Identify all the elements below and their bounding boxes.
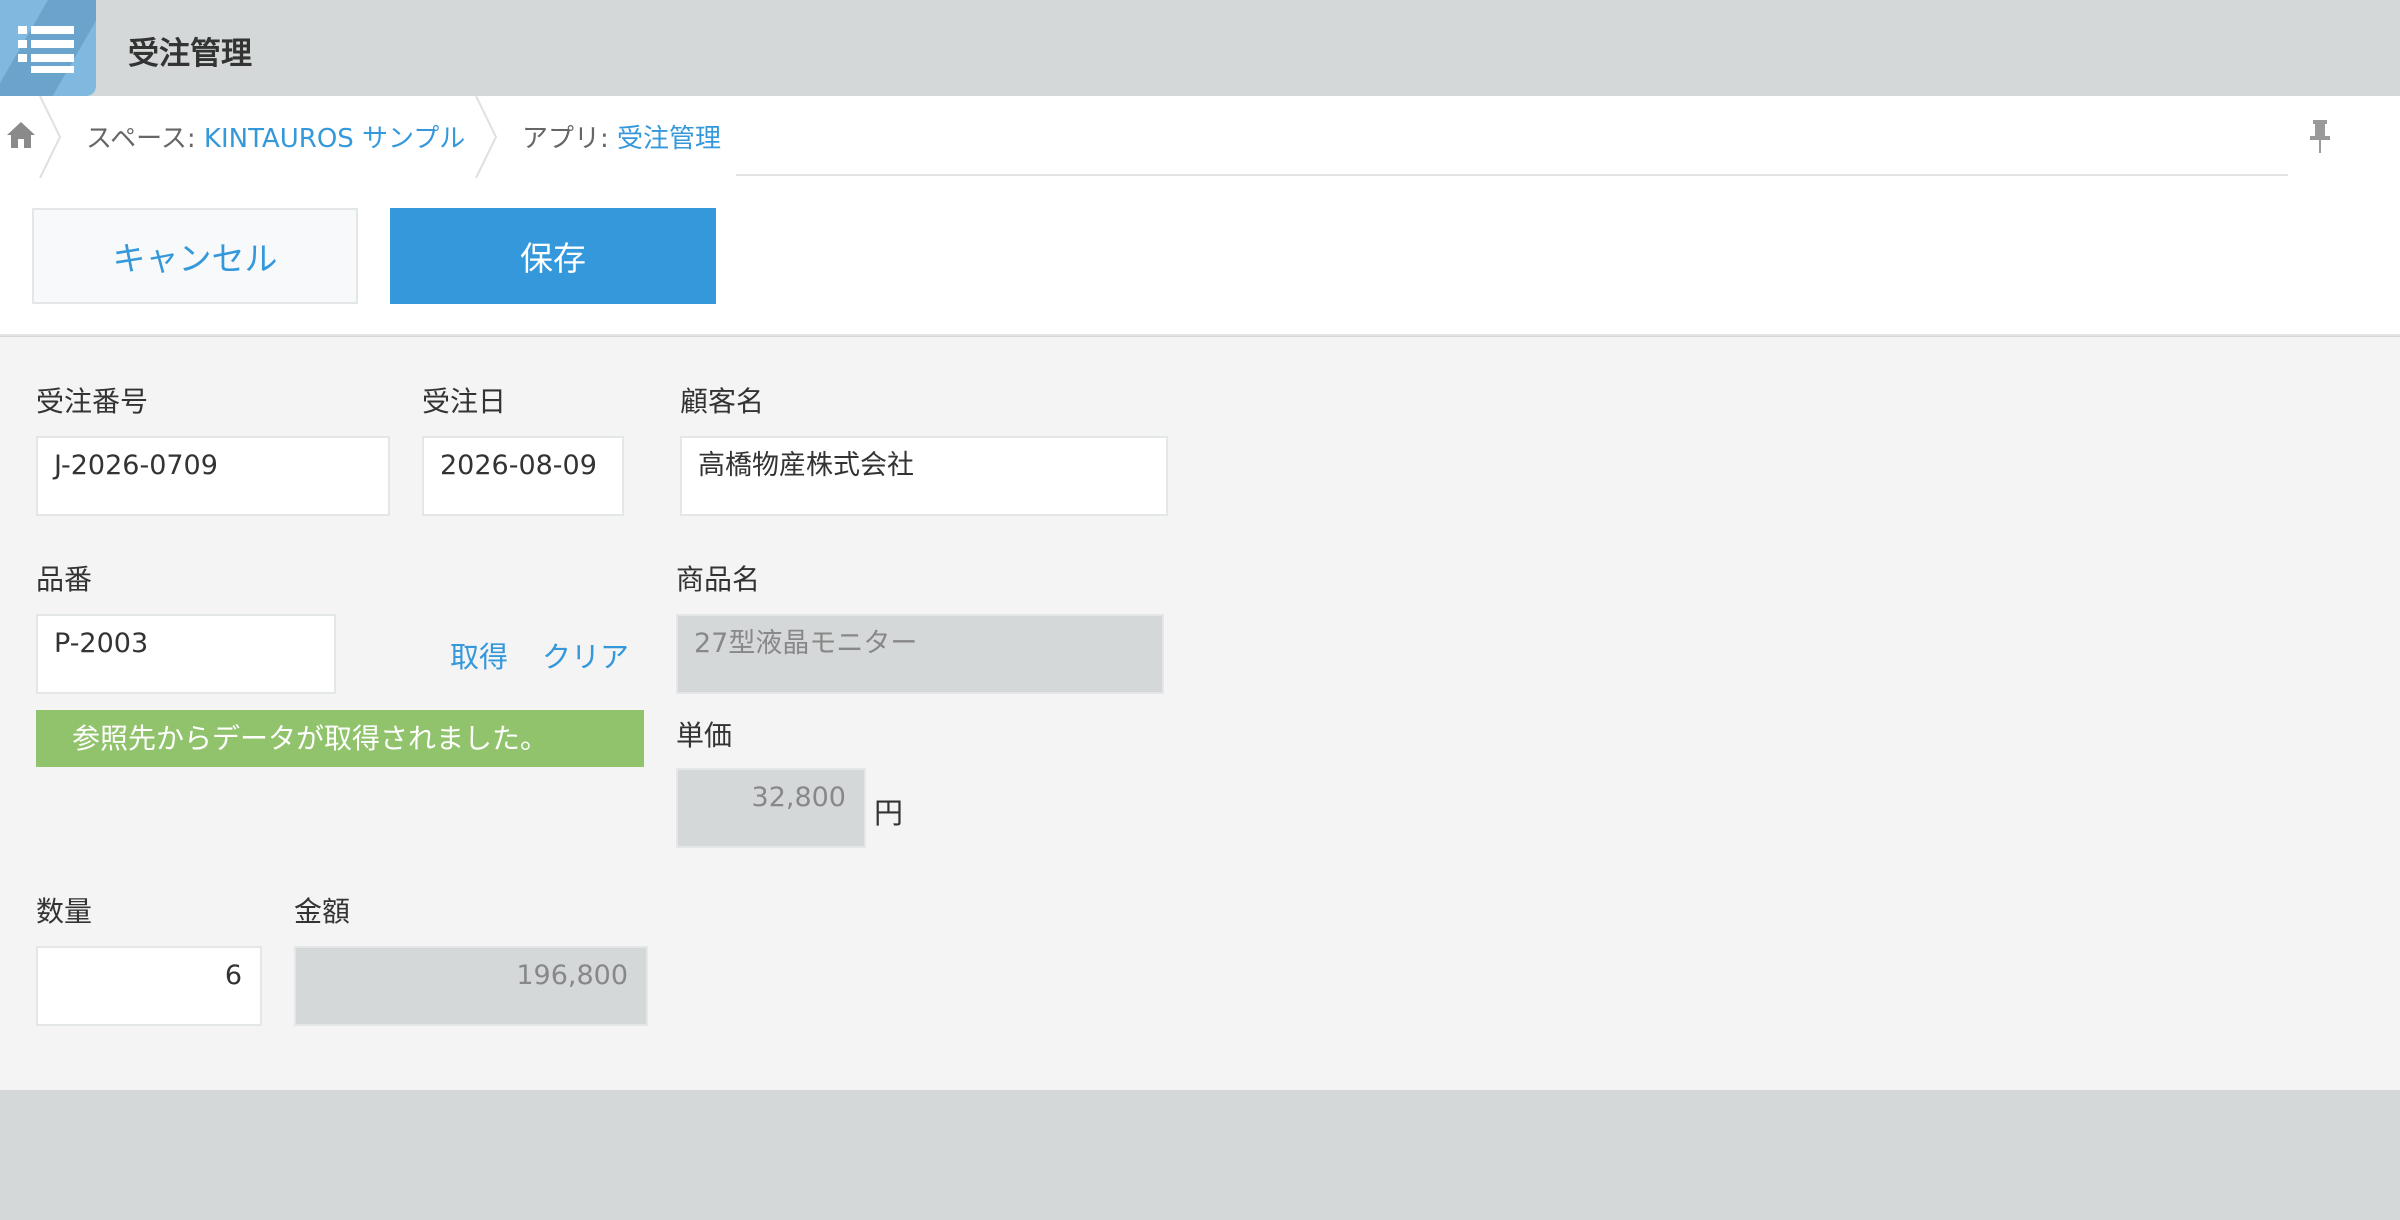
quantity-label: 数量 (36, 895, 93, 928)
amount-field: 196,800 (294, 946, 648, 1026)
product-code-label: 品番 (36, 563, 93, 596)
customer-name-field[interactable]: 高橋物産株式会社 (680, 436, 1168, 516)
breadcrumb-space-link[interactable]: KINTAUROS サンプル (204, 124, 465, 154)
breadcrumb-app-prefix: アプリ: (522, 124, 618, 154)
breadcrumb-app-link[interactable]: 受注管理 (617, 124, 721, 154)
breadcrumb-separator (38, 95, 64, 182)
amount-label: 金額 (294, 895, 351, 928)
breadcrumb-app[interactable]: アプリ: 受注管理 (522, 118, 721, 155)
save-button[interactable]: 保存 (390, 208, 716, 304)
lookup-fetch-button[interactable]: 取得 (450, 634, 508, 676)
breadcrumb-separator (474, 95, 500, 182)
customer-name-label: 顧客名 (680, 385, 765, 418)
app-header (0, 0, 2400, 96)
order-number-label: 受注番号 (36, 385, 149, 418)
breadcrumb-space[interactable]: スペース: KINTAUROS サンプル (86, 118, 465, 155)
product-name-field: 27型液晶モニター (676, 614, 1164, 694)
order-date-label: 受注日 (422, 385, 507, 418)
unit-price-label: 単価 (676, 719, 733, 752)
order-number-field[interactable]: J-2026-0709 (36, 436, 390, 516)
toolbar (0, 178, 2400, 336)
breadcrumb-divider (736, 174, 2288, 176)
pin-icon[interactable] (2308, 120, 2332, 158)
product-name-label: 商品名 (676, 563, 761, 596)
unit-price-field: 32,800 (676, 768, 866, 848)
lookup-success-notice: 参照先からデータが取得されました。 (36, 710, 644, 767)
unit-price-unit: 円 (874, 796, 904, 830)
order-date-field[interactable]: 2026-08-09 (422, 436, 624, 516)
lookup-clear-button[interactable]: クリア (542, 634, 629, 676)
list-icon[interactable] (0, 0, 96, 96)
quantity-field[interactable]: 6 (36, 946, 262, 1026)
breadcrumb-space-prefix: スペース: (86, 124, 204, 154)
cancel-button[interactable]: キャンセル (32, 208, 358, 304)
page-title: 受注管理 (128, 36, 252, 72)
home-icon[interactable] (6, 120, 36, 154)
product-code-field[interactable]: P-2003 (36, 614, 336, 694)
